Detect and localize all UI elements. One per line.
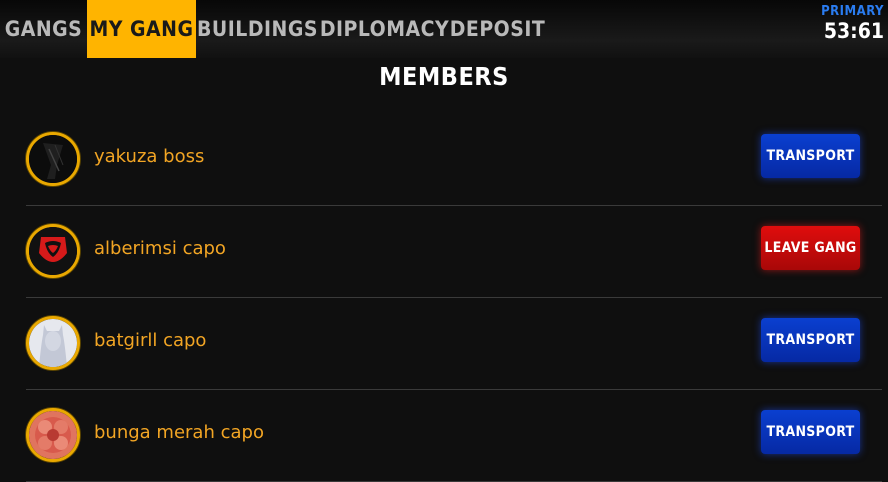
member-name: alberimsi capo: [94, 238, 226, 259]
tab-diplomacy[interactable]: DIPLOMACY: [319, 0, 450, 58]
page-title: MEMBERS: [379, 62, 509, 91]
list-item: batgirll capo TRANSPORT: [26, 298, 882, 390]
nav-tabs: GANGS MY GANG BUILDINGS DIPLOMACY DEPOSI…: [0, 0, 545, 58]
member-list: yakuza boss TRANSPORT alberimsi capo LEA…: [26, 114, 882, 482]
tab-buildings[interactable]: BUILDINGS: [196, 0, 319, 58]
tab-deposit[interactable]: DEPOSIT: [450, 0, 545, 58]
timer-value: 53:61: [823, 19, 884, 43]
red-flower-avatar-icon: [26, 408, 80, 462]
red-emblem-avatar-icon: [26, 224, 80, 278]
list-item: alberimsi capo LEAVE GANG: [26, 206, 882, 298]
tab-my-gang[interactable]: MY GANG: [87, 0, 196, 58]
transport-button[interactable]: TRANSPORT: [761, 318, 860, 362]
timer-label: PRIMARY: [821, 4, 884, 19]
transport-button[interactable]: TRANSPORT: [761, 134, 860, 178]
leave-gang-button[interactable]: LEAVE GANG: [761, 226, 860, 270]
transport-button[interactable]: TRANSPORT: [761, 410, 860, 454]
member-name: batgirll capo: [94, 330, 207, 351]
timer: PRIMARY 53:61: [821, 4, 884, 43]
top-nav-bar: GANGS MY GANG BUILDINGS DIPLOMACY DEPOSI…: [0, 0, 888, 58]
yakuza-avatar-icon: [26, 132, 80, 186]
list-item: bunga merah capo TRANSPORT: [26, 390, 882, 482]
tab-gangs[interactable]: GANGS: [0, 0, 87, 58]
member-name: bunga merah capo: [94, 422, 264, 443]
list-item: yakuza boss TRANSPORT: [26, 114, 882, 206]
member-name: yakuza boss: [94, 146, 205, 167]
bat-silhouette-avatar-icon: [26, 316, 80, 370]
